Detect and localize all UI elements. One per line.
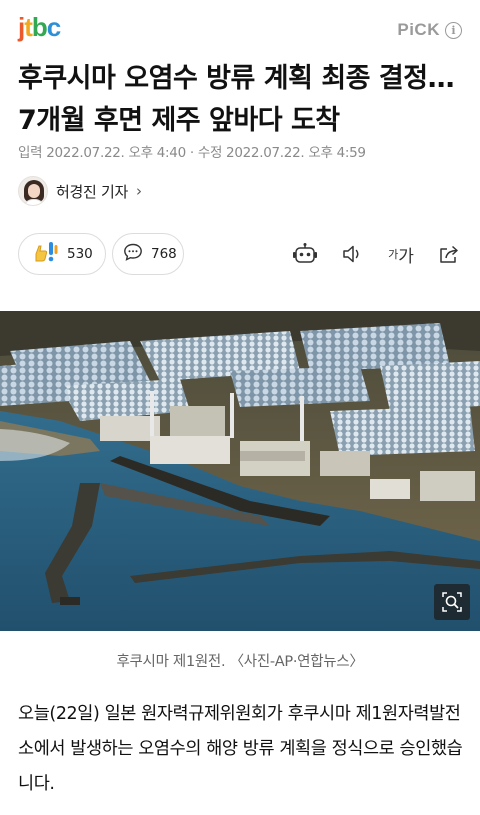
reaction-emoji-icon	[33, 240, 59, 268]
font-size-icon[interactable]: 가가	[386, 241, 416, 267]
reaction-button[interactable]: 530	[18, 233, 106, 275]
logo-letter-t: t	[24, 12, 33, 42]
font-size-large-label: 가	[398, 246, 414, 267]
comment-bubble-icon	[123, 242, 143, 266]
article-toolbar: 530 768 가가	[18, 233, 464, 275]
info-icon[interactable]: i	[445, 21, 462, 39]
reporter-name: 허경진 기자	[56, 182, 128, 201]
logo-letter-b: b	[31, 12, 48, 42]
reporter-avatar	[18, 176, 48, 206]
comment-button[interactable]: 768	[112, 233, 184, 275]
article-title: 후쿠시마 오염수 방류 계획 최종 결정…7개월 후면 제주 앞바다 도착	[18, 63, 455, 136]
chevron-right-icon: ›	[135, 182, 142, 200]
speaker-icon[interactable]	[340, 241, 366, 267]
pick-label: PiCK	[397, 20, 440, 39]
pick-badge[interactable]: PiCK i	[397, 20, 462, 40]
power-plant-aerial-image	[0, 311, 480, 631]
logo-letter-c: c	[46, 12, 62, 42]
robot-summary-icon[interactable]	[292, 241, 318, 267]
jtbc-logo[interactable]: j t b c	[18, 12, 62, 42]
comment-count: 768	[151, 246, 177, 262]
article-body-paragraph: 오늘(22일) 일본 원자력규제위원회가 후쿠시마 제1원자력발전소에서 발생하…	[18, 704, 463, 794]
top-header: j t b c PiCK i	[0, 0, 480, 52]
article-dates: 입력 2022.07.22. 오후 4:40 · 수정 2022.07.22. …	[18, 145, 366, 161]
reaction-count: 530	[67, 246, 93, 262]
font-size-small-label: 가	[388, 248, 399, 261]
article-photo[interactable]	[0, 311, 480, 631]
photo-caption: 후쿠시마 제1원전. 〈사진-AP·연합뉴스〉	[116, 654, 364, 670]
reporter-byline[interactable]: 허경진 기자 ›	[18, 175, 142, 207]
share-icon[interactable]	[436, 241, 462, 267]
zoom-search-icon[interactable]	[434, 584, 470, 620]
